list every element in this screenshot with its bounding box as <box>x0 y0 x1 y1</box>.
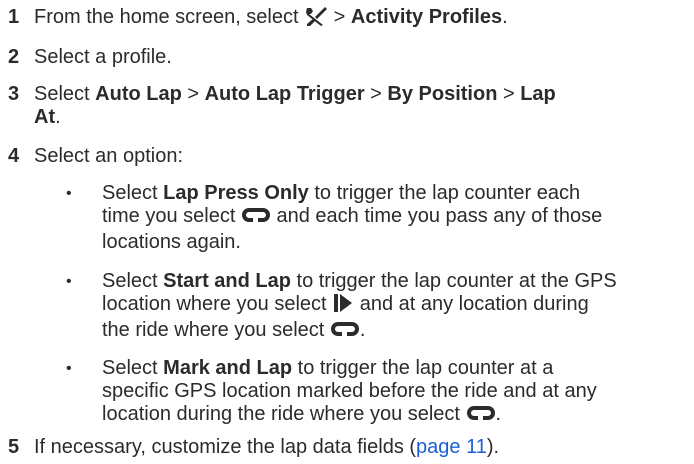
instructions-page: 1 From the home screen, select > Activit… <box>0 0 694 464</box>
step-number: 5 <box>8 436 20 458</box>
step-number: 2 <box>8 46 20 68</box>
bullet-text: Select Mark and Lap to trigger the lap c… <box>102 357 692 429</box>
bullet-dot: • <box>66 360 72 377</box>
lap-icon <box>330 319 360 345</box>
step-text: Select an option: <box>34 145 183 167</box>
step-text: Select Auto Lap > Auto Lap Trigger > By … <box>34 83 556 128</box>
lap-icon <box>466 403 496 429</box>
bullet-dot: • <box>66 185 72 202</box>
wrench-screwdriver-icon <box>304 6 328 32</box>
step-text: If necessary, customize the lap data fie… <box>34 436 500 458</box>
bullet-text: Select Lap Press Only to trigger the lap… <box>102 182 603 253</box>
page-link[interactable]: page 11 <box>416 436 487 458</box>
step-number: 3 <box>8 83 20 105</box>
step-number: 4 <box>8 145 20 167</box>
bullet-text: Select Start and Lap to trigger the lap … <box>102 270 692 345</box>
bullet-dot: • <box>66 273 72 290</box>
step-text: From the home screen, select > Activity … <box>34 6 684 32</box>
lap-icon <box>241 205 271 231</box>
start-icon <box>332 293 354 319</box>
step-text: Select a profile. <box>34 46 172 68</box>
step-number: 1 <box>8 6 20 28</box>
